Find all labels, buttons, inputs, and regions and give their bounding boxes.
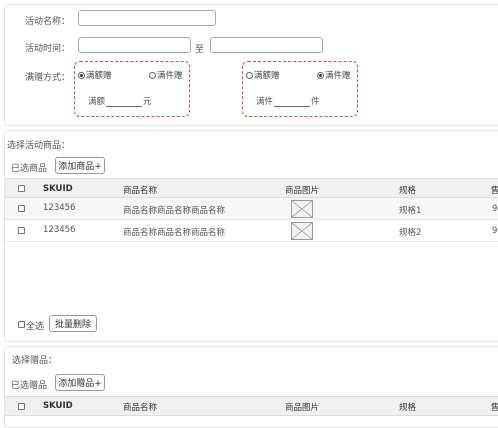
header-checkbox[interactable] [18,185,25,192]
row-skuid: 123456 [43,225,76,235]
radio-count-gift-right[interactable]: 满件赠 [317,69,351,81]
row-price-partial: 9 [492,204,498,214]
row-product-name: 商品名称商品名称商品名称 [123,206,226,216]
radio-amount-label: 满额赠 [86,71,112,81]
col-product-name: 商品名称 [123,403,158,413]
select-all-label: 全选 [26,322,45,332]
gift-option-count-box: 满额赠 满件赠 满件 件 [242,61,358,117]
activity-name-input[interactable] [78,10,216,26]
activity-goods-panel: 选择活动商品： 已选商品 添加商品+ SKUID 商品名称 商品图片 规格 售 … [4,130,498,342]
row-spec: 规格1 [399,206,422,216]
radio-unselected-icon [149,71,156,79]
count-threshold-input[interactable] [274,98,311,107]
activity-form-panel: 活动名称： 活动时间： 至 满赠方式： 满额赠 满件赠 满额 元 满额赠 满件赠 … [4,4,498,126]
col-price-partial: 售 [491,403,498,413]
image-placeholder-icon [291,222,313,240]
activity-time-label: 活动时间： [25,44,71,54]
radio-count-gift-left[interactable]: 满件赠 [149,69,183,81]
count-suffix: 件 [311,97,320,107]
radio-selected-icon [78,71,85,79]
amount-prefix: 满额 [88,97,106,107]
row-skuid: 123456 [43,203,76,213]
gift-mode-label: 满赠方式： [25,73,71,83]
goods-section-title: 选择活动商品： [7,141,71,151]
radio-amount-label: 满额赠 [254,71,280,81]
row-spec: 规格2 [399,228,422,238]
radio-count-label: 满件赠 [157,71,183,81]
select-all-checkbox[interactable] [18,321,25,328]
row-price-partial: 9 [492,226,498,236]
gifts-section-title: 选择赠品： [12,356,58,366]
table-row: 123456 商品名称商品名称商品名称 规格1 9 [5,198,498,220]
goods-table-header: SKUID 商品名称 商品图片 规格 售 [5,178,498,198]
end-time-input[interactable] [210,37,323,53]
gift-option-amount-box: 满额赠 满件赠 满额 元 [74,61,190,117]
col-price-partial: 售 [491,186,498,196]
radio-unselected-icon [246,71,253,79]
count-threshold-line: 满件 件 [256,95,320,107]
col-skuid: SKUID [43,184,73,194]
table-row: 123456 商品名称商品名称商品名称 规格2 9 [5,220,498,242]
col-spec: 规格 [399,186,417,196]
selected-gifts-label: 已选赠品 [11,381,48,391]
row-checkbox[interactable] [18,205,25,212]
gifts-table-header: SKUID 商品名称 商品图片 规格 售 [5,396,498,416]
activity-name-label: 活动名称： [25,17,71,27]
start-time-input[interactable] [78,37,191,53]
amount-threshold-line: 满额 元 [88,95,152,107]
batch-delete-button[interactable]: 批量删除 [49,315,97,332]
col-skuid: SKUID [43,401,73,411]
row-checkbox[interactable] [18,227,25,234]
selected-goods-label: 已选商品 [11,164,48,174]
header-checkbox[interactable] [18,403,25,410]
count-prefix: 满件 [256,97,274,107]
col-product-image: 商品图片 [285,186,320,196]
radio-amount-gift-right[interactable]: 满额赠 [246,69,280,81]
add-gift-button[interactable]: 添加赠品+ [55,374,105,391]
add-goods-button[interactable]: 添加商品+ [55,157,105,174]
col-product-name: 商品名称 [123,186,158,196]
gifts-panel: 选择赠品： 已选赠品 添加赠品+ SKUID 商品名称 商品图片 规格 售 [4,346,498,428]
image-placeholder-icon [291,200,313,218]
product-image-placeholder [291,222,313,240]
radio-amount-gift-left[interactable]: 满额赠 [78,69,112,81]
time-separator: 至 [195,45,205,55]
amount-suffix: 元 [143,97,152,107]
radio-count-label: 满件赠 [325,71,351,81]
product-image-placeholder [291,200,313,218]
row-product-name: 商品名称商品名称商品名称 [123,228,226,238]
col-spec: 规格 [399,403,417,413]
col-product-image: 商品图片 [285,403,320,413]
amount-threshold-input[interactable] [106,98,143,107]
radio-selected-icon [317,71,324,79]
